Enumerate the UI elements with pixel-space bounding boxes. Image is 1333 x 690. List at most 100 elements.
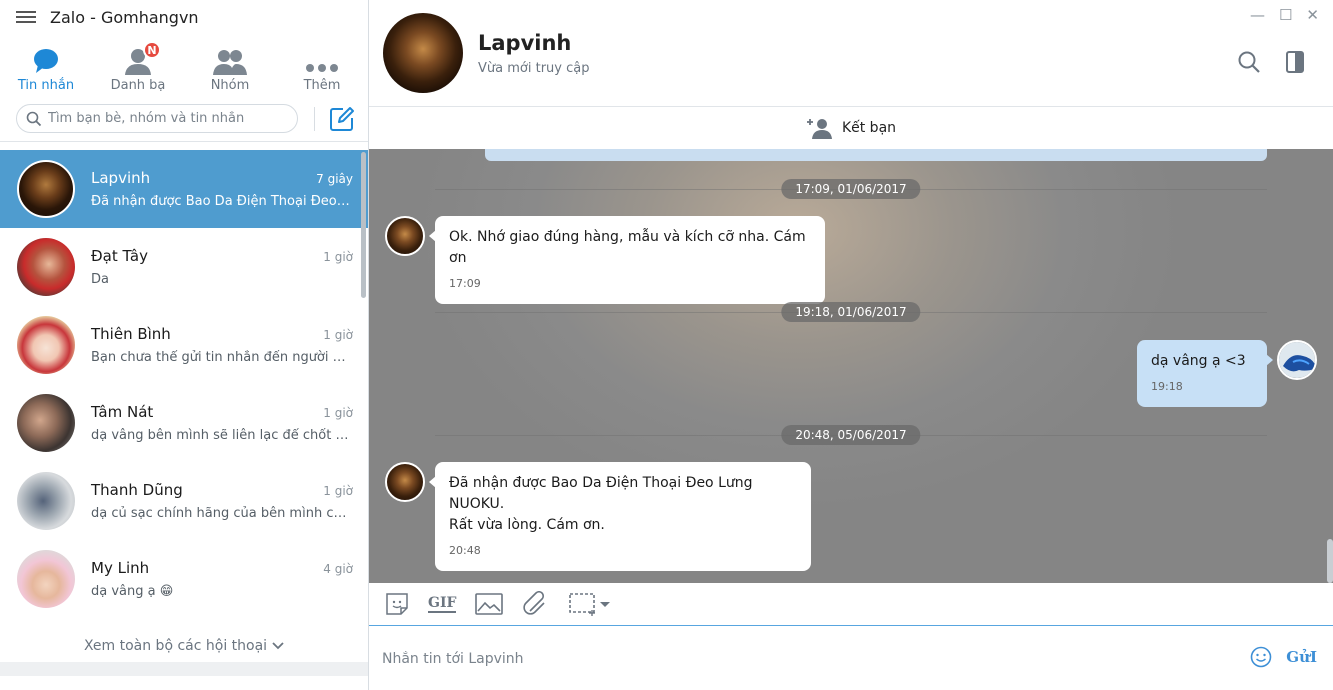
notification-badge: N — [143, 41, 161, 59]
date-label: 19:18, 01/06/2017 — [781, 302, 921, 322]
chat-panel: Lapvinh Vừa mới truy cập — ☐ ✕ Kết bạn 1… — [369, 0, 1333, 690]
add-friend-button[interactable]: Kết bạn — [369, 107, 1333, 149]
tab-groups-label: Nhóm — [210, 78, 250, 93]
message-bubble[interactable]: Đã nhận được Bao Da Điện Thoại Đeo Lưng … — [429, 462, 811, 571]
conversation-item[interactable]: My Linh 4 giờ dạ vâng ạ 😁 — [0, 540, 368, 618]
conversation-item[interactable]: Thanh Dũng 1 giờ dạ củ sạc chính hãng của… — [0, 462, 368, 540]
screenshot-button[interactable] — [568, 591, 614, 617]
screenshot-icon — [569, 593, 611, 616]
avatar — [17, 238, 75, 296]
incoming-message: Đã nhận được Bao Da Điện Thoại Đeo Lưng … — [385, 462, 811, 571]
emoji-icon[interactable] — [1250, 646, 1272, 668]
conversation-time: 1 giờ — [323, 328, 353, 342]
send-button[interactable]: GửI — [1286, 648, 1317, 666]
sticker-button[interactable] — [384, 591, 410, 617]
section-divider — [0, 662, 368, 676]
avatar — [17, 550, 75, 608]
header-actions — [1237, 50, 1305, 74]
date-separator: 19:18, 01/06/2017 — [435, 302, 1267, 322]
date-separator: 20:48, 05/06/2017 — [435, 425, 1267, 445]
search-box — [16, 104, 298, 133]
message-input[interactable] — [382, 650, 1222, 667]
avatar — [17, 472, 75, 530]
avatar — [17, 160, 75, 218]
group-icon — [212, 45, 248, 75]
paperclip-icon — [523, 591, 546, 615]
conversation-time: 1 giờ — [323, 406, 353, 420]
close-icon[interactable]: ✕ — [1306, 6, 1319, 24]
add-friend-icon — [806, 119, 832, 139]
message-time: 19:18 — [1151, 380, 1183, 393]
chat-header: Lapvinh Vừa mới truy cập — ☐ ✕ — [369, 0, 1333, 107]
hamburger-menu-icon[interactable] — [16, 11, 36, 23]
view-all-label: Xem toàn bộ các hội thoại — [83, 638, 268, 654]
message-time: 20:48 — [449, 544, 481, 557]
avatar — [1277, 340, 1317, 380]
conversation-name: My Linh — [91, 559, 150, 577]
message-area: 17:09, 01/06/2017 Ok. Nhớ giao đúng hàng… — [369, 149, 1333, 583]
conversation-name: Đạt Tây — [91, 247, 148, 265]
tab-more[interactable]: Thêm — [276, 34, 368, 96]
divider — [314, 106, 315, 131]
send-row: GửI — [1250, 646, 1317, 668]
tab-more-label: Thêm — [303, 78, 341, 93]
chevron-down-icon — [272, 642, 284, 650]
composer: GửI — [369, 627, 1333, 690]
conversation-item[interactable]: Tâm Nát 1 giờ dạ vâng bên mình sẽ liên lạ… — [0, 384, 368, 462]
conversation-item[interactable]: Đạt Tây 1 giờ Da — [0, 228, 368, 306]
sidebar: Zalo - Gomhangvn Tin nhắn N Danh bạ Nhóm — [0, 0, 369, 690]
avatar — [385, 216, 425, 256]
conversation-name: Tâm Nát — [91, 403, 154, 421]
minimize-icon[interactable]: — — [1250, 6, 1265, 24]
image-button[interactable] — [474, 592, 504, 616]
contact-status: Vừa mới truy cập — [478, 60, 590, 76]
conversation-name: Lapvinh — [91, 169, 151, 187]
list-scrollbar[interactable] — [361, 152, 366, 298]
conversation-preview: dạ vâng bên mình sẽ liên lạc để chốt đ..… — [91, 428, 353, 443]
avatar — [17, 316, 75, 374]
message-text: Rất vừa lòng. Cám ơn. — [449, 517, 605, 533]
conversation-item[interactable]: Lapvinh 7 giây Đã nhận được Bao Da Điện T… — [0, 150, 368, 228]
maximize-icon[interactable]: ☐ — [1279, 6, 1292, 24]
conversation-preview: Đã nhận được Bao Da Điện Thoại Đeo L... — [91, 194, 353, 209]
conversation-preview: dạ vâng ạ 😁 — [91, 584, 174, 599]
tab-messages[interactable]: Tin nhắn — [0, 34, 92, 96]
conversation-name: Thiên Bình — [91, 325, 171, 343]
compose-icon[interactable] — [329, 106, 355, 132]
sticker-icon — [386, 593, 408, 615]
tab-messages-label: Tin nhắn — [17, 78, 75, 93]
conversation-preview: Bạn chưa thể gửi tin nhắn đến người nà..… — [91, 350, 353, 365]
date-label: 20:48, 05/06/2017 — [781, 425, 921, 445]
attach-file-button[interactable] — [522, 591, 550, 617]
avatar — [17, 394, 75, 452]
tab-contacts-label: Danh bạ — [110, 78, 166, 93]
gif-button[interactable]: GIF — [428, 595, 457, 613]
conversation-preview: dạ củ sạc chính hãng của bên mình có ... — [91, 506, 353, 521]
search-input[interactable] — [48, 111, 278, 126]
previous-message-bubble — [485, 149, 1267, 161]
search-row — [0, 96, 368, 142]
conversation-preview: Da — [91, 272, 109, 287]
message-bubble[interactable]: Ok. Nhớ giao đúng hàng, mẫu và kích cỡ n… — [429, 216, 825, 304]
incoming-message: Ok. Nhớ giao đúng hàng, mẫu và kích cỡ n… — [385, 216, 825, 304]
image-icon — [475, 593, 504, 615]
conversation-item[interactable]: Thiên Bình 1 giờ Bạn chưa thể gửi tin nhắ… — [0, 306, 368, 384]
sidebar-toggle-icon[interactable] — [1285, 50, 1305, 74]
message-text: Đã nhận được Bao Da Điện Thoại Đeo Lưng … — [449, 475, 753, 512]
tab-contacts[interactable]: N Danh bạ — [92, 34, 184, 96]
conversation-time: 7 giây — [316, 172, 353, 186]
chat-scrollbar[interactable] — [1327, 539, 1333, 583]
app-titlebar: Zalo - Gomhangvn — [0, 0, 368, 34]
tab-groups[interactable]: Nhóm — [184, 34, 276, 96]
chat-bubble-icon — [32, 45, 60, 75]
contact-avatar[interactable] — [383, 13, 463, 93]
contact-name: Lapvinh — [478, 30, 572, 55]
date-label: 17:09, 01/06/2017 — [781, 179, 921, 199]
search-icon — [26, 111, 42, 126]
search-icon[interactable] — [1237, 50, 1261, 74]
composer-toolbar: GIF — [369, 583, 1333, 626]
gif-label: GIF — [428, 595, 457, 613]
more-dots-icon — [304, 45, 340, 75]
message-text: dạ vâng ạ <3 — [1151, 353, 1246, 369]
message-bubble[interactable]: dạ vâng ạ <3 19:18 — [1137, 340, 1273, 407]
